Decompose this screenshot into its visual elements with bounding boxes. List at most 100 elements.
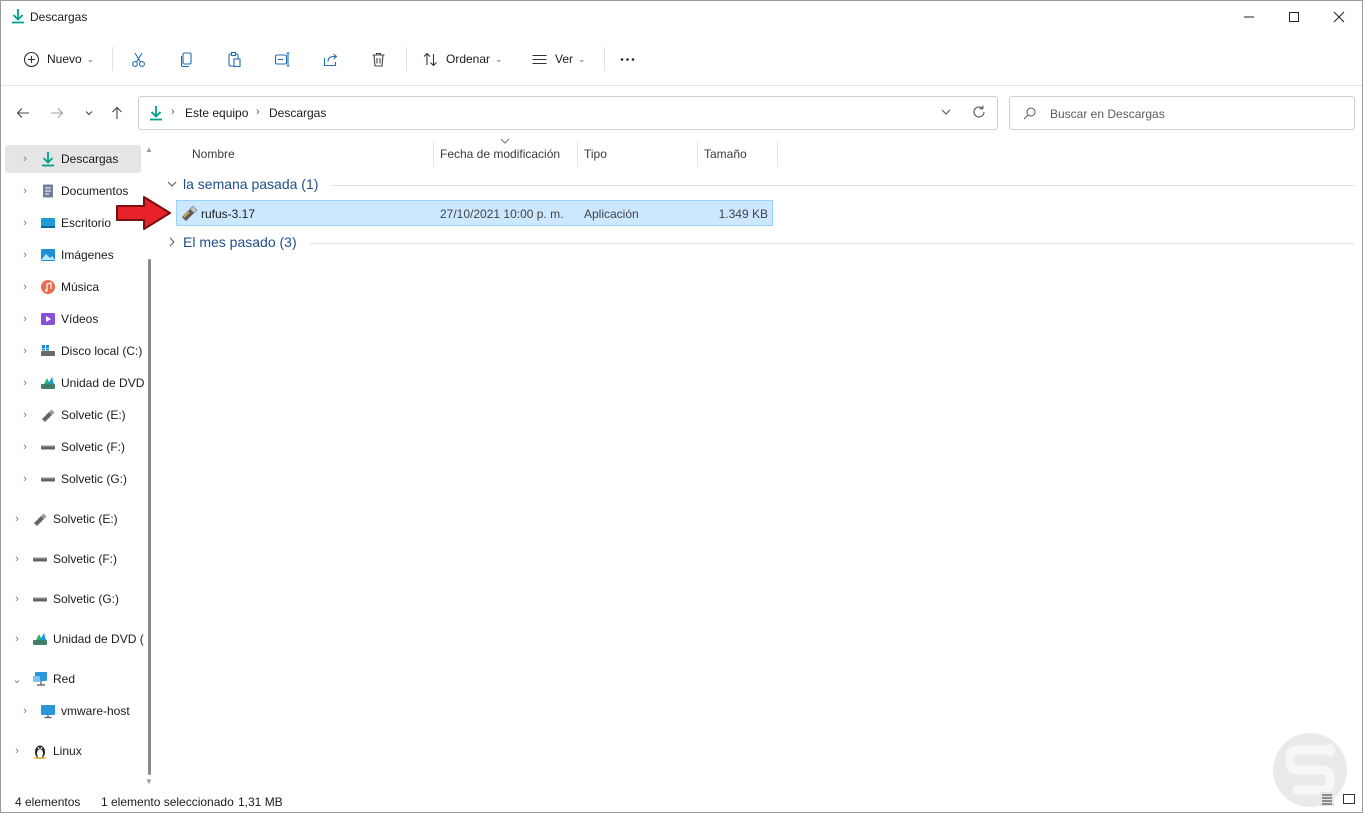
back-button[interactable] [11,101,35,125]
close-button[interactable] [1316,1,1362,32]
up-button[interactable] [105,101,129,125]
chevron-right-icon[interactable]: › [19,409,31,421]
chevron-right-icon[interactable]: › [19,473,31,485]
search-box[interactable]: Buscar en Descargas [1009,96,1355,130]
chevron-right-icon[interactable]: › [11,593,23,605]
sidebar-item-dvd-drive[interactable]: › Unidad de DVD [5,369,145,397]
linux-icon [34,745,46,759]
tiles-view-icon[interactable] [1341,791,1357,807]
chevron-right-icon[interactable]: › [19,705,31,717]
scroll-up-icon[interactable]: ▲ [145,145,153,154]
chevron-right-icon[interactable]: › [19,153,31,165]
chevron-right-icon[interactable]: › [19,185,31,197]
dvd-drive-icon [33,633,47,645]
maximize-button[interactable] [1271,1,1317,32]
column-divider[interactable] [433,141,434,167]
column-divider[interactable] [697,141,698,167]
chevron-right-icon[interactable]: › [11,553,23,565]
sidebar-item-label: Unidad de DVD [61,376,145,390]
cut-button[interactable] [122,43,155,75]
column-header-modified[interactable]: Fecha de modificación [440,141,560,167]
minimize-button[interactable] [1226,1,1272,32]
sidebar-item-downloads[interactable]: › Descargas [5,145,141,173]
chevron-right-icon[interactable]: › [19,217,31,229]
address-bar[interactable]: › Este equipo › Descargas [138,96,998,130]
chevron-right-icon[interactable]: › [11,513,23,525]
sidebar-item-label: Solvetic (E:) [53,512,118,526]
arrow-left-icon [16,108,29,118]
view-button[interactable]: Ver ⌄ [523,43,594,75]
copy-button[interactable] [170,43,203,75]
more-options-button[interactable] [611,43,644,75]
chevron-right-icon[interactable]: › [19,249,31,261]
forward-button[interactable] [45,101,69,125]
chevron-right-icon[interactable]: › [19,313,31,325]
sidebar-item-solvetic-f[interactable]: › Solvetic (F:) [5,433,141,461]
chevron-right-icon[interactable]: › [11,745,23,757]
arrow-up-icon [112,106,122,119]
sidebar-item-label: Imágenes [61,248,114,262]
details-view-icon[interactable] [1319,791,1335,807]
dvd-drive-icon [41,377,55,389]
toolbar-divider [406,47,407,71]
sidebar-item-videos[interactable]: › Vídeos [5,305,141,333]
search-icon [1023,107,1036,120]
group-divider [309,243,1355,244]
sidebar-item-music[interactable]: › Música [5,273,141,301]
chevron-right-icon[interactable]: › [19,441,31,453]
address-dropdown-icon[interactable] [939,105,953,119]
new-button[interactable]: Nuevo ⌄ [15,43,102,75]
chevron-down-icon[interactable]: ⌄ [11,673,23,686]
sidebar-item-local-disk[interactable]: › Disco local (C:) [5,337,142,365]
file-row-selected[interactable]: rufus-3.17 27/10/2021 10:00 p. m. Aplica… [176,200,773,226]
file-modified: 27/10/2021 10:00 p. m. [440,207,564,221]
column-divider[interactable] [777,141,778,167]
column-divider[interactable] [577,141,578,167]
share-button[interactable] [314,43,347,75]
copy-icon [180,51,192,67]
sidebar-item-linux[interactable]: › Linux [5,737,141,765]
search-input[interactable]: Buscar en Descargas [1050,107,1165,121]
sidebar-item-solvetic-g-root[interactable]: › Solvetic (G:) [5,585,141,613]
selection-size: 1,31 MB [238,795,283,809]
group-header-last-month[interactable]: El mes pasado (3) [167,234,297,250]
sidebar-item-solvetic-e-root[interactable]: › Solvetic (E:) [5,505,141,533]
chevron-right-icon[interactable]: › [19,377,31,389]
sidebar-item-label: Descargas [61,152,119,166]
breadcrumb-downloads[interactable]: Descargas [269,106,326,120]
column-header-size[interactable]: Tamaño [704,141,747,167]
paste-button[interactable] [218,43,251,75]
group-header-last-week[interactable]: la semana pasada (1) [167,176,318,192]
column-header-type[interactable]: Tipo [584,141,607,167]
sidebar-item-label: vmware-host [61,704,130,718]
file-size: 1.349 KB [718,207,768,221]
usb-drive-icon [42,409,55,422]
chevron-right-icon[interactable]: › [19,345,31,357]
sidebar-item-vmware-host[interactable]: › vmware-host [5,697,141,725]
breadcrumb-this-pc[interactable]: Este equipo [185,106,248,120]
navigation-scrollbar[interactable] [148,259,151,775]
title-bar: Descargas [1,1,1362,32]
sidebar-item-network[interactable]: ⌄ Red [5,665,141,693]
refresh-icon[interactable] [971,104,987,120]
sidebar-item-solvetic-e[interactable]: › Solvetic (E:) [5,401,141,429]
sort-button[interactable]: Ordenar ⌄ [414,43,511,75]
solvetic-logo [1273,733,1347,807]
drive-icon [41,477,55,482]
sidebar-item-solvetic-f-root[interactable]: › Solvetic (F:) [5,545,141,573]
chevron-right-icon[interactable]: › [11,633,23,645]
scroll-down-icon[interactable]: ▼ [145,777,153,786]
sidebar-item-solvetic-g[interactable]: › Solvetic (G:) [5,465,141,493]
sidebar-item-dvd-drive-root[interactable]: › Unidad de DVD ( [5,625,144,653]
chevron-right-icon[interactable]: › [19,281,31,293]
selection-info: 1 elemento seleccionado [101,795,234,809]
column-header-name[interactable]: Nombre [192,141,235,167]
recent-locations-button[interactable] [77,101,101,125]
sidebar-item-pictures[interactable]: › Imágenes [5,241,141,269]
network-icon [33,672,47,686]
minimize-icon [1244,16,1254,17]
delete-button[interactable] [362,43,395,75]
rename-button[interactable] [266,43,299,75]
item-count: 4 elementos [15,795,81,809]
music-icon [41,280,55,294]
